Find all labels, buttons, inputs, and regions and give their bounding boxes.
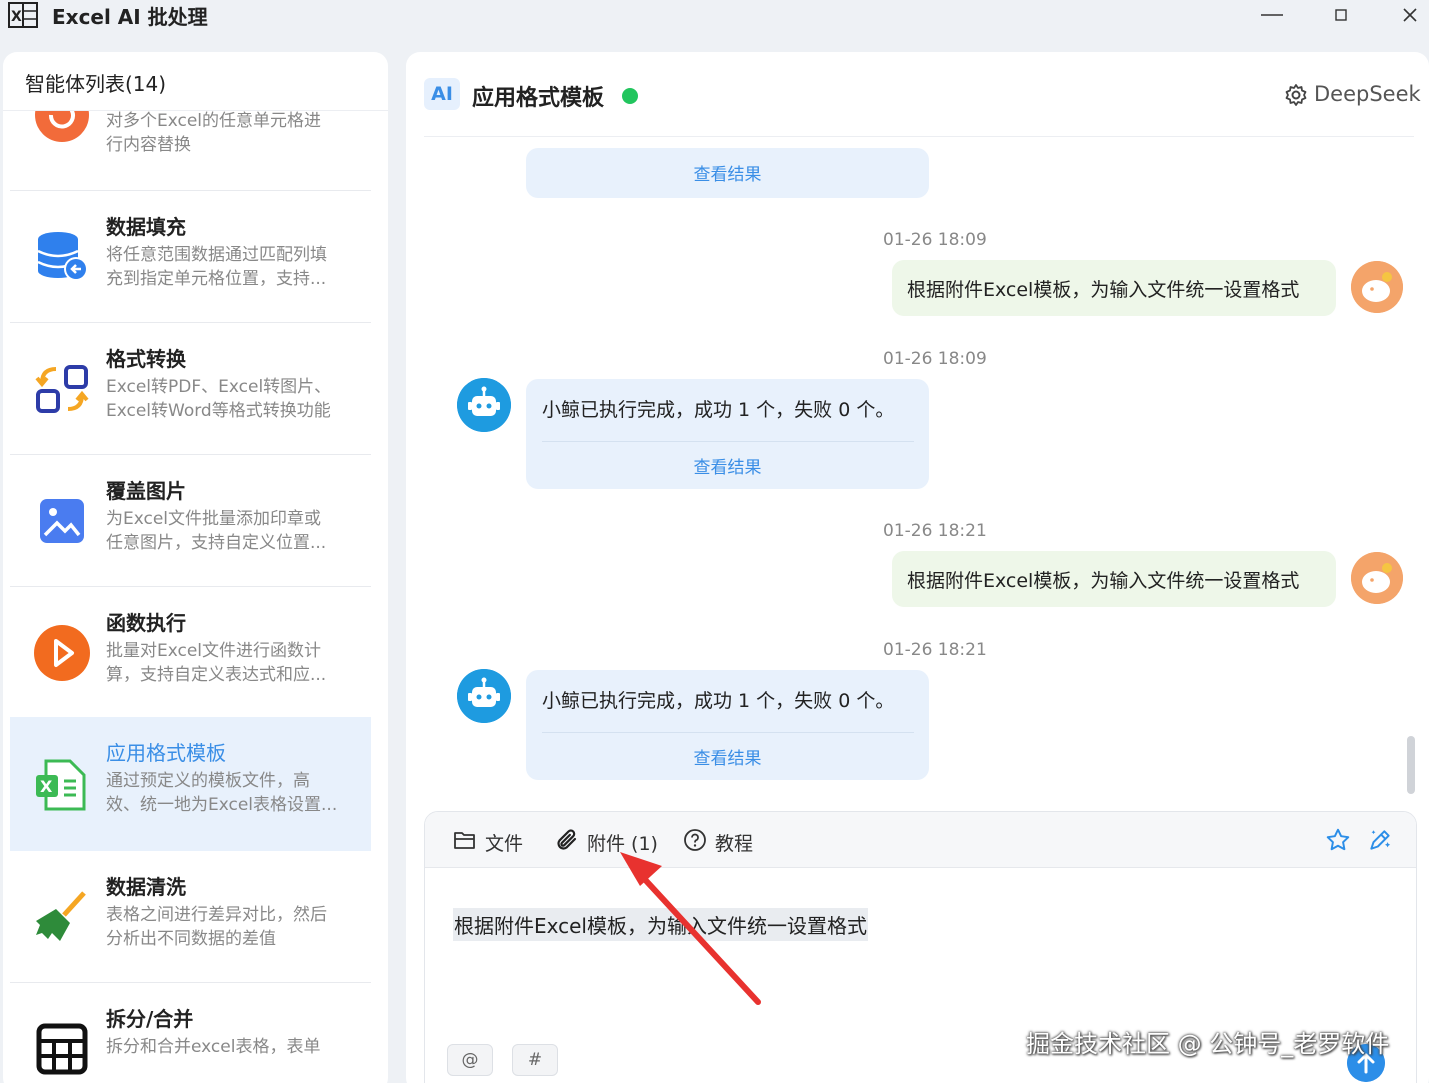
divider (542, 732, 914, 733)
agent-desc: Excel转PDF、Excel转图片、 Excel转Word等格式转换功能 (106, 377, 332, 421)
agent-list-header: 智能体列表(14) (25, 72, 167, 96)
convert-icon (35, 365, 89, 413)
close-icon[interactable] (1387, 0, 1429, 30)
broom-icon (36, 891, 86, 941)
chat-scrollbar[interactable] (1407, 736, 1415, 794)
file-label: 文件 (485, 833, 524, 855)
view-result-link[interactable]: 查看结果 (526, 453, 929, 478)
bot-message-bubble: 查看结果 (526, 148, 929, 198)
agent-title: 函数执行 (106, 611, 186, 635)
view-result-link[interactable]: 查看结果 (526, 744, 929, 769)
magic-edit-icon[interactable] (1367, 827, 1393, 853)
message-timestamp: 01-26 18:21 (883, 640, 987, 660)
star-icon[interactable] (1325, 827, 1351, 853)
agent-title: 拆分/合并 (106, 1007, 194, 1031)
robot-avatar-icon (457, 669, 511, 723)
watermark: 掘金技术社区 @ 公钟号_老罗软件 (1026, 1030, 1390, 1058)
message-timestamp: 01-26 18:09 (883, 230, 987, 250)
agent-item-apply-template[interactable]: X 应用格式模板 通过预定义的模板文件，高 效、统一地为Excel表格设置... (10, 717, 371, 851)
user-message-text: 根据附件Excel模板，为输入文件统一设置格式 (907, 279, 1300, 301)
agent-list[interactable]: 对多个Excel的任意单元格进 行内容替换 数据填充 将任意范围数据通过匹配列填充… (10, 111, 371, 1083)
user-avatar (1351, 552, 1403, 604)
divider (424, 136, 1414, 137)
message-timestamp: 01-26 18:21 (883, 521, 987, 541)
bot-message-text: 小鲸已执行完成，成功 1 个，失败 0 个。 (542, 399, 895, 421)
maximize-icon[interactable] (1318, 0, 1364, 30)
model-label: DeepSeek (1314, 82, 1421, 106)
agent-item-function-exec[interactable]: 函数执行 批量对Excel文件进行函数计 算，支持自定义表达式和应... (10, 587, 371, 719)
composer-toolbar: 文件 附件 (1) 教程 (425, 812, 1416, 868)
agent-item-overlay-image[interactable]: 覆盖图片 为Excel文件批量添加印章或 任意图片，支持自定义位置... (10, 455, 371, 587)
divider (542, 441, 914, 442)
grid-split-icon (36, 1023, 88, 1075)
svg-text:X: X (11, 9, 22, 25)
tutorial-label: 教程 (715, 833, 754, 855)
agent-desc: 拆分和合并excel表格，表单 (106, 1037, 321, 1057)
agent-title: 数据清洗 (106, 875, 186, 899)
title-bar: X Excel AI 批处理 (0, 0, 1429, 44)
view-result-link[interactable]: 查看结果 (526, 160, 929, 185)
agent-item-format-convert[interactable]: 格式转换 Excel转PDF、Excel转图片、 Excel转Word等格式转换功… (10, 323, 371, 455)
gear-icon (1285, 84, 1307, 106)
chat-header: AI 应用格式模板 DeepSeek (406, 52, 1429, 136)
agent-title: 应用格式模板 (106, 741, 226, 765)
user-message-bubble: 根据附件Excel模板，为输入文件统一设置格式 (892, 260, 1336, 316)
hashtag-button[interactable]: # (512, 1044, 558, 1076)
agent-desc: 将任意范围数据通过匹配列填 充到指定单元格位置，支持... (106, 245, 327, 289)
message-timestamp: 01-26 18:09 (883, 349, 987, 369)
excel-app-icon: X (8, 2, 38, 28)
agent-desc: 为Excel文件批量添加印章或 任意图片，支持自定义位置... (106, 509, 327, 553)
agent-item-split-merge[interactable]: 拆分/合并 拆分和合并excel表格，表单 (10, 983, 371, 1083)
ai-badge: AI (424, 78, 460, 110)
agent-item-replace[interactable]: 对多个Excel的任意单元格进 行内容替换 (10, 111, 371, 191)
svg-text:X: X (40, 777, 53, 796)
play-icon (34, 625, 90, 681)
minimize-icon[interactable] (1249, 0, 1295, 30)
agent-title: 数据填充 (106, 215, 186, 239)
mention-button[interactable]: @ (447, 1044, 493, 1076)
excel-template-icon: X (36, 759, 86, 811)
bot-message-text: 小鲸已执行完成，成功 1 个，失败 0 个。 (542, 690, 895, 712)
database-import-icon (37, 232, 88, 281)
app-title: Excel AI 批处理 (52, 5, 208, 29)
chat-title: 应用格式模板 (472, 86, 605, 111)
user-avatar (1351, 261, 1403, 313)
refresh-icon (35, 111, 89, 142)
agent-item-data-cleaning[interactable]: 数据清洗 表格之间进行差异对比，然后 分析出不同数据的差值 (10, 851, 371, 983)
agent-title: 覆盖图片 (106, 479, 186, 503)
agent-desc: 对多个Excel的任意单元格进 行内容替换 (106, 111, 322, 155)
bot-message-bubble: 小鲸已执行完成，成功 1 个，失败 0 个。 查看结果 (526, 379, 929, 489)
agent-title: 格式转换 (106, 347, 186, 371)
agent-desc: 表格之间进行差异对比，然后 分析出不同数据的差值 (106, 905, 327, 949)
help-circle-icon (684, 829, 706, 851)
folder-icon (454, 832, 475, 849)
message-input[interactable]: 根据附件Excel模板，为输入文件统一设置格式 (453, 908, 868, 941)
paperclip-icon (557, 829, 577, 850)
attachment-label: 附件 (1) (587, 833, 658, 855)
user-message-text: 根据附件Excel模板，为输入文件统一设置格式 (907, 570, 1300, 592)
agent-sidebar: 智能体列表(14) 对多个Excel的任意单元格进 行内容替换 数据填充 将任意… (3, 52, 388, 1083)
agent-desc: 批量对Excel文件进行函数计 算，支持自定义表达式和应... (106, 641, 327, 685)
bot-message-bubble: 小鲸已执行完成，成功 1 个，失败 0 个。 查看结果 (526, 670, 929, 780)
chat-panel: AI 应用格式模板 DeepSeek 查看结果 01-26 18:09 根据附件… (406, 52, 1429, 1083)
user-message-bubble: 根据附件Excel模板，为输入文件统一设置格式 (892, 551, 1336, 607)
online-status-dot (622, 88, 638, 104)
robot-avatar-icon (457, 378, 511, 432)
image-icon (40, 499, 84, 543)
agent-desc: 通过预定义的模板文件，高 效、统一地为Excel表格设置... (106, 771, 338, 815)
agent-item-data-fill[interactable]: 数据填充 将任意范围数据通过匹配列填 充到指定单元格位置，支持... (10, 191, 371, 323)
